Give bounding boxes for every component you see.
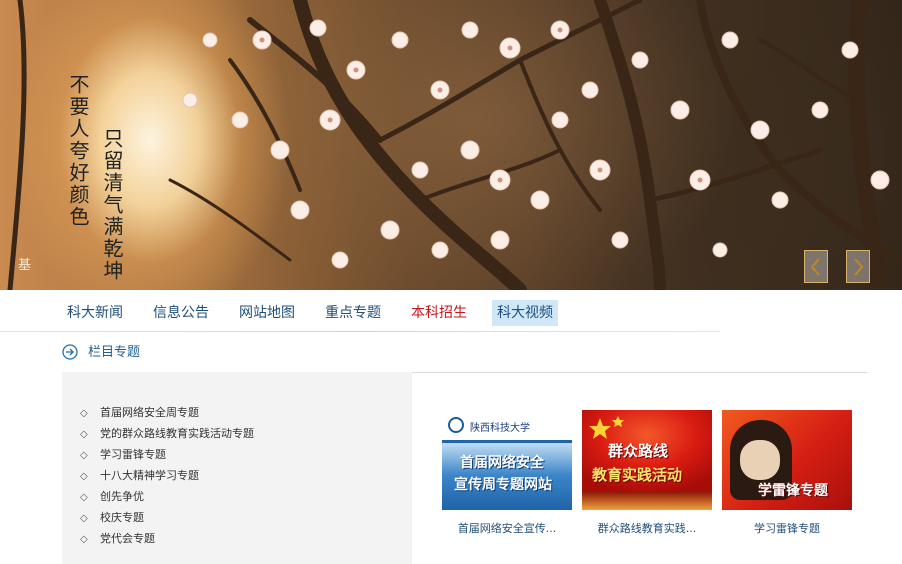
topic-item[interactable]: ◇ 首届网络安全周专题 bbox=[80, 402, 254, 423]
diamond-bullet-icon: ◇ bbox=[80, 513, 88, 524]
card-thumbnail[interactable]: 陕西科技大学 首届网络安全 宣传周专题网站 bbox=[442, 410, 572, 510]
topic-list: ◇ 首届网络安全周专题 ◇ 党的群众路线教育实践活动专题 ◇ 学习雷锋专题 ◇ 十八大精… bbox=[80, 402, 254, 549]
nav-item-topics[interactable]: 重点专题 bbox=[320, 300, 386, 326]
thumb-school-name: 陕西科技大学 bbox=[470, 423, 530, 434]
thumb-title-line1: 首届网络安全 bbox=[460, 455, 544, 471]
thumb-title-line1: 学雷锋专题 bbox=[758, 483, 828, 499]
diamond-bullet-icon: ◇ bbox=[80, 534, 88, 545]
content-divider bbox=[412, 372, 867, 373]
diamond-bullet-icon: ◇ bbox=[80, 450, 88, 461]
card-thumbnail[interactable]: 群众路线 教育实践活动 bbox=[582, 410, 712, 510]
featured-card-mass-line[interactable]: 群众路线 教育实践活动 群众路线教育实践... bbox=[582, 410, 712, 538]
nav-item-sitemap[interactable]: 网站地图 bbox=[234, 300, 300, 326]
banner-prev-button[interactable] bbox=[804, 250, 828, 283]
main-nav: 科大新闻 信息公告 网站地图 重点专题 本科招生 科大视频 bbox=[0, 290, 902, 332]
topic-panel: ◇ 首届网络安全周专题 ◇ 党的群众路线教育实践活动专题 ◇ 学习雷锋专题 ◇ 十八大精… bbox=[62, 372, 412, 564]
nav-item-news[interactable]: 科大新闻 bbox=[62, 300, 128, 326]
blossom-artwork bbox=[7, 0, 902, 290]
topic-label: 首届网络安全周专题 bbox=[100, 406, 199, 419]
diamond-bullet-icon: ◇ bbox=[80, 471, 88, 482]
section-title: 栏目专题 bbox=[88, 345, 141, 360]
topic-item[interactable]: ◇ 党代会专题 bbox=[80, 528, 254, 549]
card-caption[interactable]: 首届网络安全宣传... bbox=[442, 520, 572, 538]
card-caption[interactable]: 学习雷锋专题 bbox=[722, 520, 852, 538]
banner-poem-line1: 不要人夸好颜色 bbox=[66, 74, 90, 228]
thumb-bottom-band bbox=[582, 492, 712, 510]
topic-item[interactable]: ◇ 校庆专题 bbox=[80, 507, 254, 528]
thumb-title-line2: 宣传周专题网站 bbox=[454, 477, 552, 493]
topic-label: 创先争优 bbox=[100, 490, 144, 503]
nav-item-admissions[interactable]: 本科招生 bbox=[406, 300, 472, 326]
topic-label: 十八大精神学习专题 bbox=[100, 469, 199, 482]
topic-label: 党代会专题 bbox=[100, 532, 155, 545]
card-thumbnail[interactable]: 学雷锋专题 bbox=[722, 410, 852, 510]
topic-item[interactable]: ◇ 创先争优 bbox=[80, 486, 254, 507]
diamond-bullet-icon: ◇ bbox=[80, 408, 88, 419]
topic-item[interactable]: ◇ 十八大精神学习专题 bbox=[80, 465, 254, 486]
topic-label: 党的群众路线教育实践活动专题 bbox=[100, 427, 254, 440]
topic-label: 学习雷锋专题 bbox=[100, 448, 166, 461]
featured-card-security[interactable]: 陕西科技大学 首届网络安全 宣传周专题网站 首届网络安全宣传... bbox=[442, 410, 572, 538]
banner-poem-line2: 只留清气满乾坤 bbox=[100, 128, 124, 282]
thumb-band bbox=[442, 440, 572, 443]
featured-card-leifeng[interactable]: 学雷锋专题 学习雷锋专题 bbox=[722, 410, 852, 538]
banner-next-button[interactable] bbox=[846, 250, 870, 283]
banner-stray-text: 基 bbox=[18, 258, 32, 273]
chevron-left-icon bbox=[810, 258, 820, 276]
thumb-title-line1: 群众路线 bbox=[608, 442, 669, 460]
nav-item-notices[interactable]: 信息公告 bbox=[148, 300, 214, 326]
nav-divider bbox=[0, 331, 720, 332]
chevron-right-icon bbox=[854, 258, 864, 276]
thumb-title-line2: 教育实践活动 bbox=[592, 466, 683, 484]
circle-arrow-right-icon bbox=[62, 344, 78, 360]
topic-label: 校庆专题 bbox=[100, 511, 144, 524]
nav-item-video[interactable]: 科大视频 bbox=[492, 300, 558, 326]
topic-item[interactable]: ◇ 学习雷锋专题 bbox=[80, 444, 254, 465]
hero-banner: 不要人夸好颜色 只留清气满乾坤 基 bbox=[0, 0, 902, 290]
topic-item[interactable]: ◇ 党的群众路线教育实践活动专题 bbox=[80, 423, 254, 444]
diamond-bullet-icon: ◇ bbox=[80, 492, 88, 503]
school-seal-icon bbox=[448, 417, 464, 433]
diamond-bullet-icon: ◇ bbox=[80, 429, 88, 440]
portrait-face bbox=[740, 440, 780, 480]
card-caption[interactable]: 群众路线教育实践... bbox=[582, 520, 712, 538]
